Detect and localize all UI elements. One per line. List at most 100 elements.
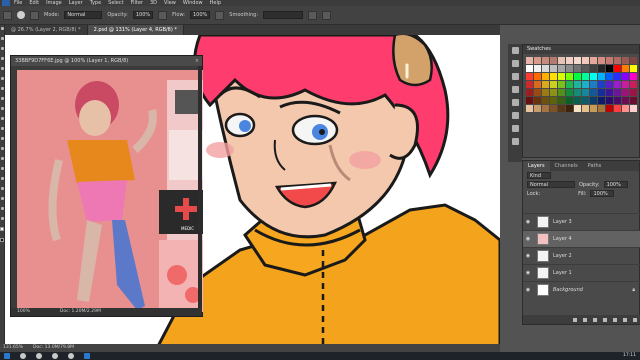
color-swatch[interactable]: [614, 105, 621, 112]
color-swatch[interactable]: [590, 65, 597, 72]
move-tool-icon[interactable]: [0, 27, 4, 30]
color-swatch[interactable]: [534, 105, 541, 112]
history-brush-tool-icon[interactable]: [0, 117, 4, 120]
color-swatch[interactable]: [614, 97, 621, 104]
color-swatch[interactable]: [574, 89, 581, 96]
color-swatch[interactable]: [566, 57, 573, 64]
color-swatch[interactable]: [550, 65, 557, 72]
browser-icon[interactable]: [52, 353, 58, 359]
history-panel-icon[interactable]: [511, 47, 519, 54]
color-swatch[interactable]: [550, 97, 557, 104]
color-swatch[interactable]: [526, 89, 533, 96]
color-swatch[interactable]: [558, 57, 565, 64]
color-swatch[interactable]: [558, 97, 565, 104]
crop-tool-icon[interactable]: [0, 67, 4, 70]
foreground-color-swatch[interactable]: [0, 227, 4, 231]
color-swatch[interactable]: [574, 81, 581, 88]
color-swatch[interactable]: [566, 97, 573, 104]
color-swatch[interactable]: [542, 89, 549, 96]
color-swatch[interactable]: [590, 57, 597, 64]
color-swatch[interactable]: [630, 89, 637, 96]
color-swatch[interactable]: [534, 65, 541, 72]
pressure-size-icon[interactable]: [322, 10, 332, 20]
tab-layers[interactable]: Layers: [523, 161, 550, 171]
smoothing-options-gear-icon[interactable]: [308, 10, 318, 20]
color-swatch[interactable]: [558, 105, 565, 112]
paragraph-panel-icon[interactable]: [511, 99, 519, 106]
color-swatch[interactable]: [606, 65, 613, 72]
color-swatch[interactable]: [534, 97, 541, 104]
color-swatch[interactable]: [542, 65, 549, 72]
layer-row[interactable]: ◉ Layer 3: [523, 213, 640, 230]
add-mask-icon[interactable]: [593, 317, 597, 322]
clone-stamp-tool-icon[interactable]: [0, 107, 4, 110]
background-color-swatch[interactable]: [0, 238, 4, 242]
color-swatch[interactable]: [590, 97, 597, 104]
color-swatch[interactable]: [566, 89, 573, 96]
color-swatch[interactable]: [622, 97, 629, 104]
properties-panel-icon[interactable]: [511, 86, 519, 93]
link-layers-icon[interactable]: [573, 317, 577, 322]
close-icon[interactable]: ×: [195, 56, 199, 66]
new-group-icon[interactable]: [613, 317, 617, 322]
color-swatch[interactable]: [606, 97, 613, 104]
color-swatch[interactable]: [526, 97, 533, 104]
reference-scrollbar[interactable]: [198, 66, 202, 310]
color-swatch[interactable]: [582, 57, 589, 64]
color-swatch[interactable]: [630, 97, 637, 104]
color-swatch[interactable]: [542, 97, 549, 104]
color-swatch[interactable]: [622, 105, 629, 112]
shape-tool-icon[interactable]: [0, 197, 4, 200]
hand-tool-icon[interactable]: [0, 207, 4, 210]
color-swatch[interactable]: [582, 97, 589, 104]
eye-visibility-icon[interactable]: ◉: [523, 219, 533, 225]
swatches-panel-tab[interactable]: Swatches: [523, 45, 639, 54]
color-swatch[interactable]: [534, 89, 541, 96]
adjustment-layer-icon[interactable]: [603, 317, 607, 322]
healing-brush-tool-icon[interactable]: [0, 87, 4, 90]
marquee-tool-icon[interactable]: [0, 37, 4, 40]
color-swatch[interactable]: [550, 81, 557, 88]
color-swatch[interactable]: [606, 81, 613, 88]
eye-visibility-icon[interactable]: ◉: [523, 270, 533, 276]
color-swatch[interactable]: [598, 89, 605, 96]
brush-tool-icon[interactable]: [0, 97, 4, 100]
color-swatch[interactable]: [614, 89, 621, 96]
color-swatch[interactable]: [598, 73, 605, 80]
color-swatch[interactable]: [550, 73, 557, 80]
color-swatch[interactable]: [574, 57, 581, 64]
brush-tool-preset-icon[interactable]: [3, 10, 12, 20]
color-swatch[interactable]: [526, 81, 533, 88]
tab-channels[interactable]: Channels: [550, 161, 583, 171]
search-icon[interactable]: [20, 353, 26, 359]
color-swatch[interactable]: [574, 65, 581, 72]
color-swatch[interactable]: [622, 89, 629, 96]
start-button-icon[interactable]: [4, 353, 10, 359]
layer-row[interactable]: ◉ Layer 1: [523, 264, 640, 281]
pressure-opacity-icon[interactable]: [158, 10, 168, 20]
new-layer-icon[interactable]: [623, 317, 627, 322]
color-swatch[interactable]: [542, 73, 549, 80]
blend-mode-select[interactable]: Normal: [527, 181, 575, 188]
color-swatch[interactable]: [550, 89, 557, 96]
zoom-level[interactable]: 131.65%: [3, 344, 23, 352]
color-swatch[interactable]: [590, 73, 597, 80]
color-swatch[interactable]: [630, 65, 637, 72]
color-swatch[interactable]: [622, 65, 629, 72]
eye-visibility-icon[interactable]: ◉: [523, 236, 533, 242]
color-swatch[interactable]: [622, 73, 629, 80]
color-swatch[interactable]: [590, 105, 597, 112]
brush-size-icon[interactable]: [17, 11, 25, 19]
layer-style-icon[interactable]: [583, 317, 587, 322]
gradient-tool-icon[interactable]: [0, 137, 4, 140]
tab-paths[interactable]: Paths: [583, 161, 607, 171]
color-swatch[interactable]: [630, 81, 637, 88]
color-swatch[interactable]: [574, 73, 581, 80]
flow-field[interactable]: 100%: [190, 11, 211, 19]
color-swatch[interactable]: [590, 89, 597, 96]
color-swatch[interactable]: [598, 97, 605, 104]
color-swatch[interactable]: [614, 65, 621, 72]
color-swatch[interactable]: [550, 105, 557, 112]
play-actions-icon[interactable]: [511, 60, 519, 67]
color-swatch[interactable]: [534, 81, 541, 88]
